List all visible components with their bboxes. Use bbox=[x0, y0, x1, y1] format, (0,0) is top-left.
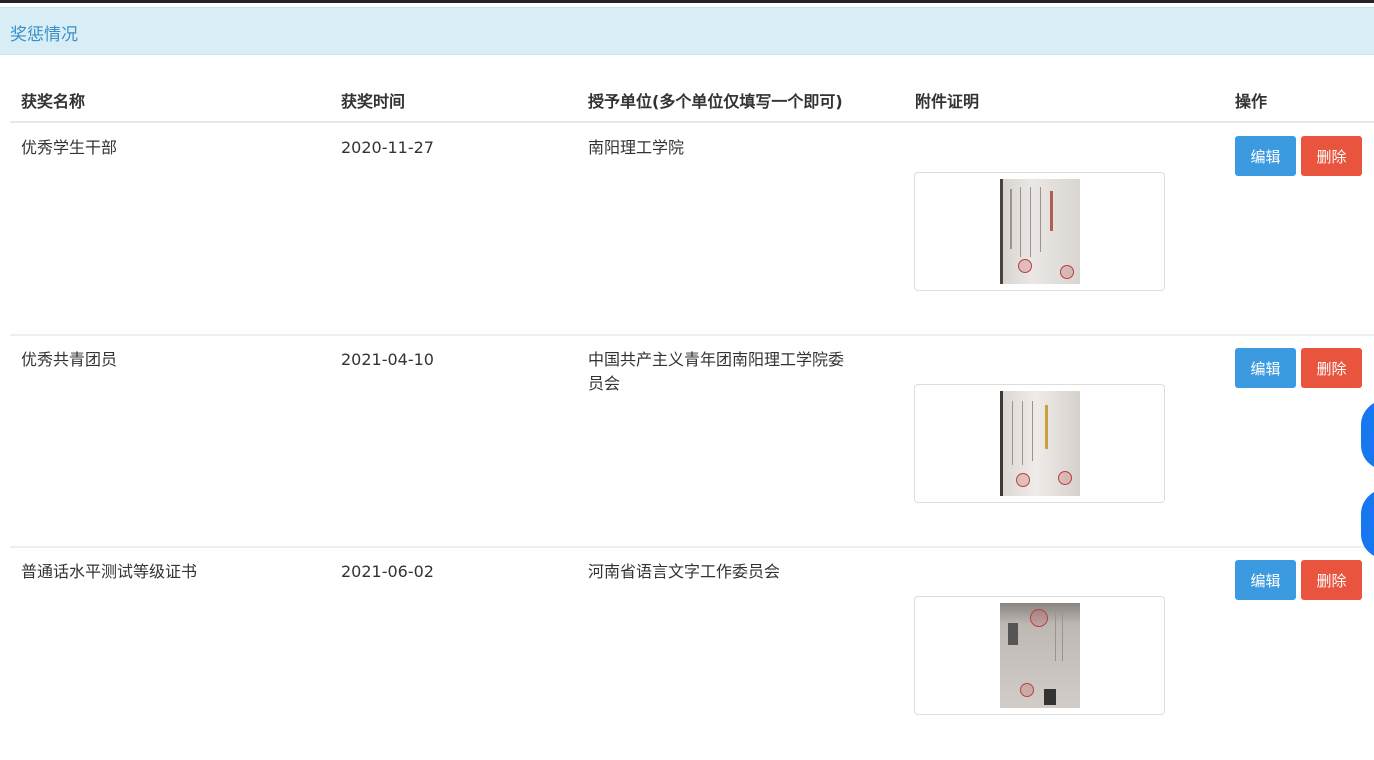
table-row: 优秀学生干部 2020-11-27 南阳理工学院 编辑 删除 bbox=[0, 124, 1374, 336]
award-name: 普通话水平测试等级证书 bbox=[21, 562, 198, 581]
header-award-name: 获奖名称 bbox=[21, 92, 86, 111]
award-date: 2021-04-10 bbox=[341, 350, 434, 369]
attachment-thumbnail[interactable] bbox=[914, 172, 1165, 291]
header-attachment: 附件证明 bbox=[915, 92, 980, 111]
award-name: 优秀共青团员 bbox=[21, 350, 118, 369]
edit-button[interactable]: 编辑 bbox=[1235, 136, 1296, 176]
certificate-image bbox=[1000, 391, 1080, 496]
award-name: 优秀学生干部 bbox=[21, 138, 118, 157]
attachment-thumbnail[interactable] bbox=[914, 596, 1165, 715]
award-date: 2020-11-27 bbox=[341, 138, 434, 157]
edit-button[interactable]: 编辑 bbox=[1235, 348, 1296, 388]
header-award-date: 获奖时间 bbox=[341, 92, 406, 111]
issuing-unit: 南阳理工学院 bbox=[588, 138, 685, 157]
issuing-unit: 中国共产主义青年团南阳理工学院委员会 bbox=[588, 350, 845, 393]
delete-button[interactable]: 删除 bbox=[1301, 348, 1362, 388]
table-row: 优秀共青团员 2021-04-10 中国共产主义青年团南阳理工学院委员会 编辑 … bbox=[0, 336, 1374, 548]
header-actions: 操作 bbox=[1235, 92, 1268, 111]
award-date: 2021-06-02 bbox=[341, 562, 434, 581]
table-row: 普通话水平测试等级证书 2021-06-02 河南省语言文字工作委员会 编辑 删… bbox=[0, 548, 1374, 760]
attachment-thumbnail[interactable] bbox=[914, 384, 1165, 503]
delete-button[interactable]: 删除 bbox=[1301, 136, 1362, 176]
certificate-image bbox=[1000, 179, 1080, 284]
panel-title: 奖惩情况 bbox=[10, 25, 78, 45]
edit-button[interactable]: 编辑 bbox=[1235, 560, 1296, 600]
panel-heading: 奖惩情况 bbox=[0, 7, 1374, 55]
delete-button[interactable]: 删除 bbox=[1301, 560, 1362, 600]
header-issuing-unit: 授予单位(多个单位仅填写一个即可) bbox=[588, 92, 843, 111]
certificate-image bbox=[1000, 603, 1080, 708]
top-border bbox=[0, 0, 1374, 3]
issuing-unit: 河南省语言文字工作委员会 bbox=[588, 562, 781, 581]
header-divider bbox=[10, 121, 1374, 123]
